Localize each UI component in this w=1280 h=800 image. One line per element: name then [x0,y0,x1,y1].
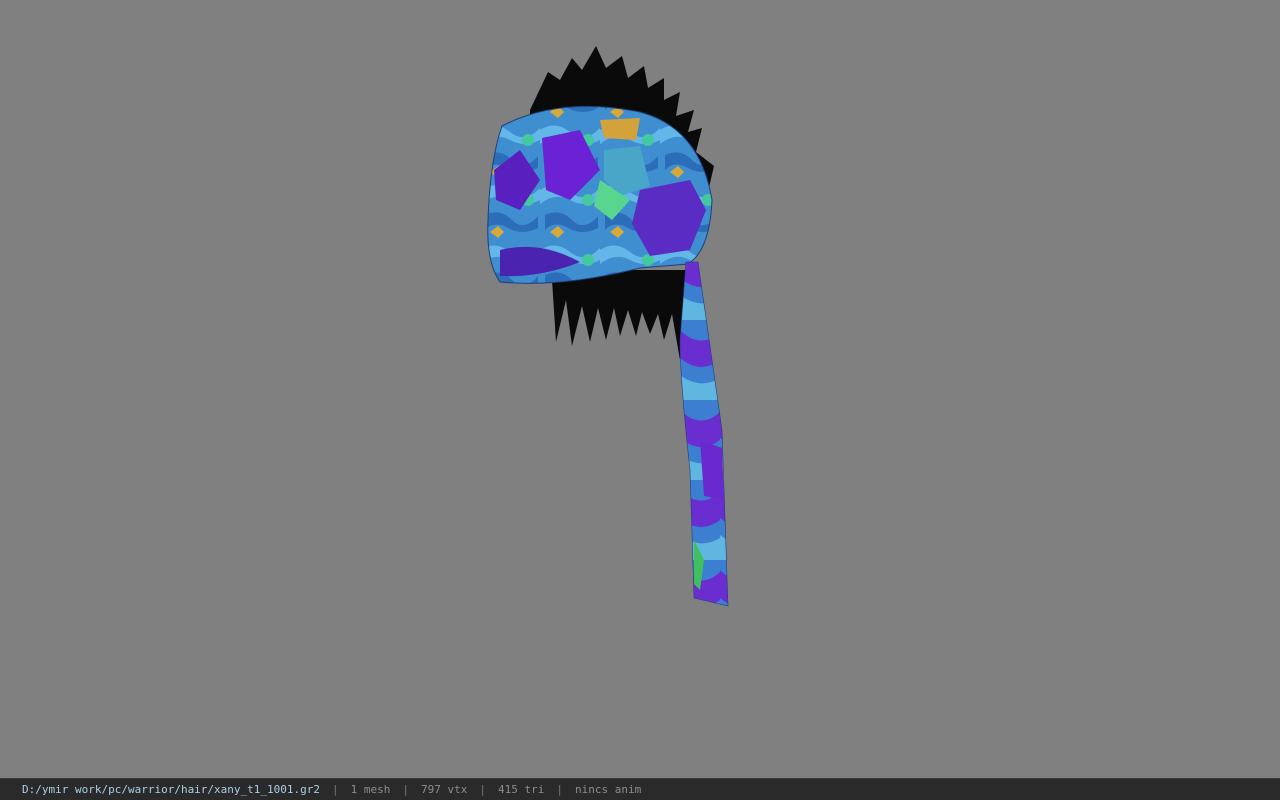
separator: | [332,783,339,796]
separator: | [479,783,486,796]
animation-status: nincs anim [574,783,642,796]
vertex-count: 797 vtx [421,783,468,796]
mesh-count: 1 mesh [350,783,391,796]
separator: | [556,783,563,796]
hair-spikes-bottom [552,270,688,360]
status-bar: D:/ymir work/pc/warrior/hair/xany_t1_100… [0,778,1280,800]
bandana-hair-model-icon [487,46,729,607]
triangle-count: 415 tri [498,783,545,796]
separator: | [402,783,410,796]
file-path: D:/ymir work/pc/warrior/hair/xany_t1_100… [22,783,321,796]
bandana-tail [679,261,729,607]
3d-viewport[interactable] [0,0,1280,778]
